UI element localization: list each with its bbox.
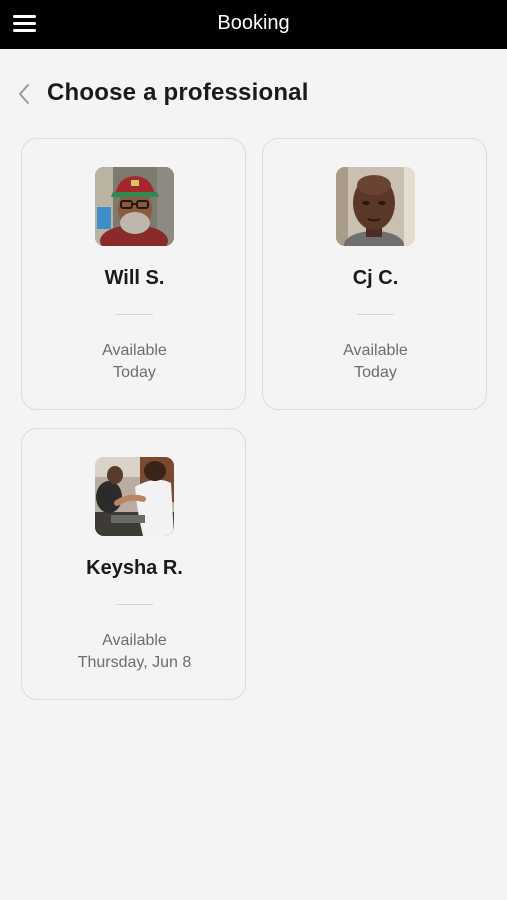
divider — [116, 314, 153, 315]
availability-date: Today — [354, 364, 397, 381]
professional-card-cj[interactable]: Cj C. Available Today — [262, 138, 487, 410]
availability-date: Today — [113, 364, 156, 381]
avatar — [336, 167, 415, 246]
professional-name: Keysha R. — [86, 557, 183, 579]
app-bar-title: Booking — [217, 12, 290, 34]
top-app-bar: Booking — [0, 0, 507, 49]
avatar — [95, 457, 174, 536]
availability-date: Thursday, Jun 8 — [77, 654, 192, 671]
professional-card-will[interactable]: Will S. Available Today — [21, 138, 246, 410]
availability-label: Available — [102, 632, 167, 649]
availability-label: Available — [343, 342, 408, 359]
page-heading: Choose a professional — [0, 74, 507, 114]
chevron-left-icon[interactable] — [14, 82, 38, 106]
divider — [357, 314, 394, 315]
availability-label: Available — [102, 342, 167, 359]
avatar — [95, 167, 174, 246]
professional-name: Will S. — [104, 267, 165, 289]
divider — [116, 604, 153, 605]
professional-name: Cj C. — [352, 267, 399, 289]
professional-card-keysha[interactable]: Keysha R. Available Thursday, Jun 8 — [21, 428, 246, 700]
page-title: Choose a professional — [47, 79, 309, 106]
